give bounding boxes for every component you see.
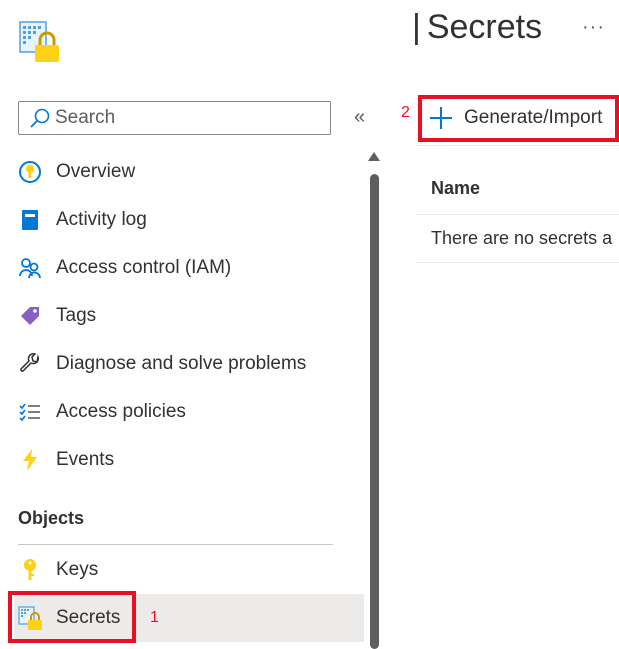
more-options-button[interactable]: ··· (582, 16, 605, 39)
key-icon (18, 558, 42, 582)
activity-log-icon (18, 208, 42, 232)
search-input[interactable] (55, 107, 315, 129)
sidebar-item-label: Access control (IAM) (56, 257, 232, 278)
sidebar-item-tags[interactable]: Tags (14, 292, 364, 340)
sidebar-item-label: Tags (56, 305, 97, 326)
sidebar-item-label: Access policies (56, 401, 186, 422)
annotation-number-2: 2 (401, 104, 410, 121)
access-control-icon (18, 256, 42, 280)
section-divider (18, 544, 333, 545)
search-box[interactable] (18, 101, 331, 135)
tag-icon (18, 304, 42, 328)
lightning-icon (18, 448, 42, 472)
sidebar-item-label: Keys (56, 559, 99, 580)
overview-icon (18, 160, 42, 184)
scroll-up-arrow[interactable] (368, 152, 380, 161)
key-vault-logo-icon (18, 20, 62, 64)
sidebar-item-access-control[interactable]: Access control (IAM) (14, 244, 364, 292)
checklist-icon (18, 400, 42, 424)
search-icon (30, 108, 50, 128)
sidebar-item-label: Diagnose and solve problems (56, 353, 307, 374)
collapse-sidebar-button[interactable]: « (354, 106, 365, 129)
wrench-icon (18, 352, 42, 376)
sidebar-item-access-policies[interactable]: Access policies (14, 388, 364, 436)
row-divider (416, 262, 619, 263)
annotation-number-1: 1 (150, 609, 159, 626)
section-header-objects: Objects (18, 508, 85, 528)
annotation-box-secrets (8, 591, 136, 643)
sidebar-item-activity-log[interactable]: Activity log (14, 196, 364, 244)
empty-state-message: There are no secrets a (431, 228, 613, 248)
page-title: | Secrets (412, 8, 543, 46)
sidebar-item-label: Activity log (56, 209, 147, 230)
column-header-name[interactable]: Name (431, 178, 480, 199)
sidebar-item-label: Overview (56, 161, 136, 182)
sidebar-item-diagnose[interactable]: Diagnose and solve problems (14, 340, 364, 388)
annotation-box-generate-import (418, 95, 619, 142)
toolbar-divider (416, 145, 619, 146)
sidebar-item-keys[interactable]: Keys (14, 546, 364, 594)
sidebar-item-overview[interactable]: Overview (14, 148, 364, 196)
sidebar-item-events[interactable]: Events (14, 436, 364, 484)
header-divider (416, 214, 619, 215)
sidebar-item-label: Events (56, 449, 115, 470)
scrollbar-thumb[interactable] (370, 174, 379, 649)
